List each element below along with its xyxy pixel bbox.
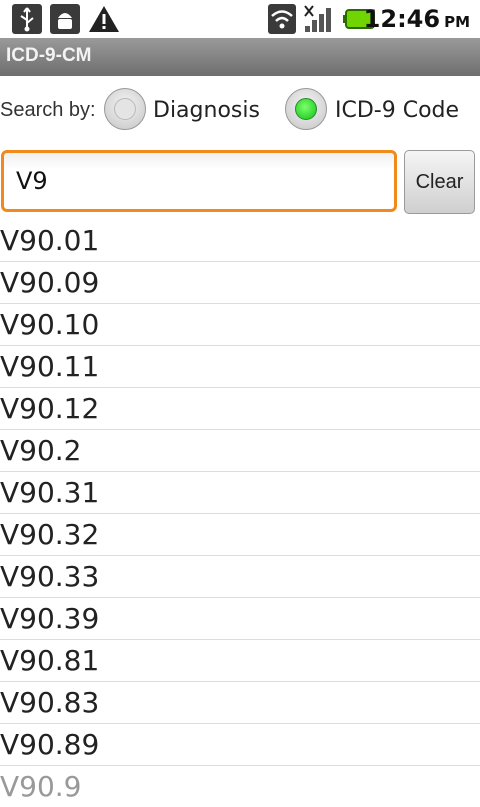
diagnosis-radio-label[interactable]: Diagnosis — [153, 98, 260, 123]
android-debug-icon — [50, 4, 80, 34]
list-item[interactable]: V90.11 — [0, 346, 480, 388]
results-list[interactable]: V90.01 V90.09 V90.10 V90.11 V90.12 V90.2… — [0, 220, 480, 807]
list-item[interactable]: V90.33 — [0, 556, 480, 598]
status-bar: 12:46 PM — [0, 0, 480, 38]
diagnosis-radio[interactable] — [104, 88, 146, 130]
list-item[interactable]: V90.2 — [0, 430, 480, 472]
search-input-value: V9 — [16, 167, 48, 195]
list-item[interactable]: V90.39 — [0, 598, 480, 640]
list-item[interactable]: V90.89 — [0, 724, 480, 766]
list-item[interactable]: V90.31 — [0, 472, 480, 514]
clear-button[interactable]: Clear — [404, 150, 475, 214]
list-item[interactable]: V90.9 — [0, 766, 480, 807]
usb-icon — [12, 4, 42, 34]
list-item[interactable]: V90.10 — [0, 304, 480, 346]
icd9-code-radio-label[interactable]: ICD-9 Code — [335, 98, 459, 123]
search-by-label: Search by: — [0, 99, 96, 121]
app-title: ICD-9-CM — [6, 45, 92, 66]
list-item[interactable]: V90.12 — [0, 388, 480, 430]
list-item[interactable]: V90.01 — [0, 220, 480, 262]
app-title-bar: ICD-9-CM — [0, 38, 480, 76]
icd9-code-radio[interactable] — [285, 88, 327, 130]
warning-icon — [89, 6, 119, 32]
list-item[interactable]: V90.32 — [0, 514, 480, 556]
list-item[interactable]: V90.83 — [0, 682, 480, 724]
search-input[interactable]: V9 — [1, 150, 397, 212]
wifi-icon — [268, 4, 296, 34]
list-item[interactable]: V90.81 — [0, 640, 480, 682]
clock: 12:46 PM — [363, 5, 470, 33]
signal-icon — [304, 5, 331, 32]
search-mode-row: Search by: Diagnosis ICD-9 Code — [0, 84, 480, 140]
list-item[interactable]: V90.09 — [0, 262, 480, 304]
